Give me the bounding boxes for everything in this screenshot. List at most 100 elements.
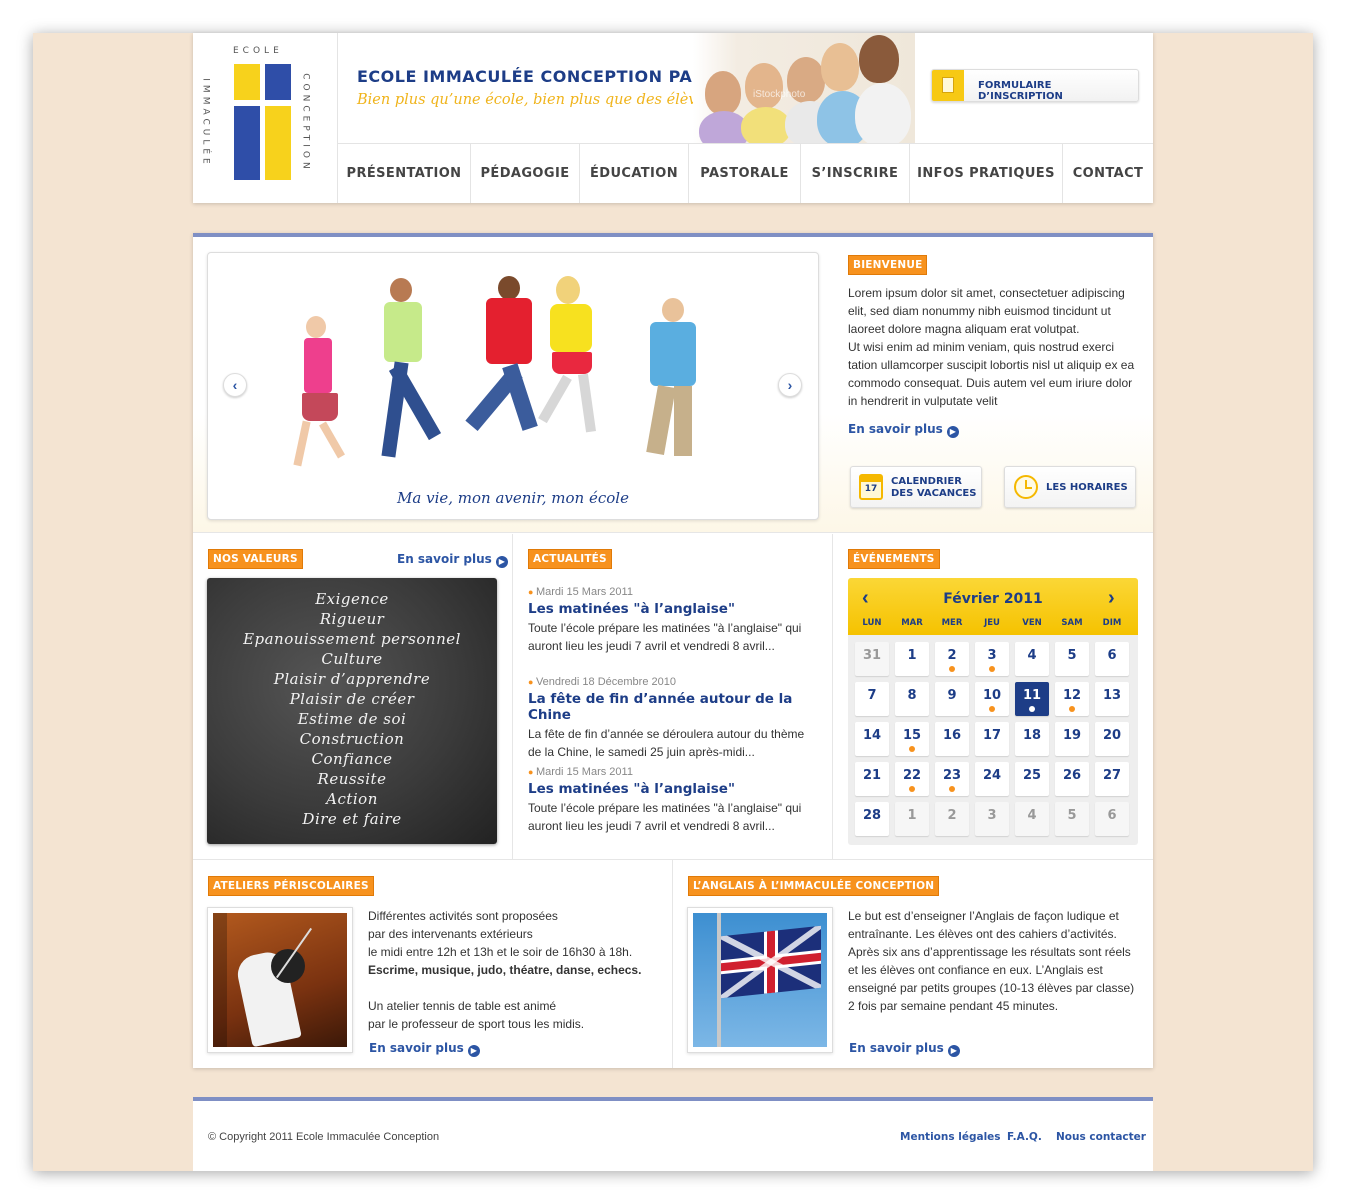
calendar-next-icon[interactable]: › xyxy=(1108,587,1115,610)
calendar-day-number: 15 xyxy=(902,728,922,743)
calendar-day[interactable]: 2 xyxy=(935,642,969,676)
calendar-day[interactable]: 13 xyxy=(1095,682,1129,716)
calendar-day[interactable]: 2 xyxy=(935,802,969,836)
logo-yellow-square xyxy=(234,64,260,100)
vacation-calendar-line2: DES VACANCES xyxy=(891,488,977,499)
calendar-day[interactable]: 5 xyxy=(1055,802,1089,836)
calendar-day[interactable]: 7 xyxy=(855,682,889,716)
calendar-day[interactable]: 16 xyxy=(935,722,969,756)
calendar-day[interactable]: 26 xyxy=(1055,762,1089,796)
calendar-day-number: 6 xyxy=(1107,808,1117,823)
calendar-day[interactable]: 20 xyxy=(1095,722,1129,756)
welcome-tag: BIENVENUE xyxy=(848,255,928,275)
calendar-day[interactable]: 8 xyxy=(895,682,929,716)
ateliers-more-link[interactable]: En savoir plus ▶ xyxy=(369,1041,480,1057)
calendar-day[interactable]: 4 xyxy=(1015,642,1049,676)
slider-next-arrow[interactable]: › xyxy=(778,373,802,397)
events-tag: ÉVÉNEMENTS xyxy=(848,549,940,569)
calendar-day[interactable]: 24 xyxy=(975,762,1009,796)
calendar-day-number: 4 xyxy=(1027,648,1037,663)
calendar-day[interactable]: 1 xyxy=(895,642,929,676)
value-item: Plaisir d’apprendre xyxy=(273,670,431,688)
calendar-day[interactable]: 28 xyxy=(855,802,889,836)
inscription-form-button[interactable]: FORMULAIRE D’INSCRIPTION xyxy=(931,69,1139,102)
news-title-link[interactable]: La fête de fin d’année autour de la Chin… xyxy=(528,691,818,723)
value-item: Estime de soi xyxy=(297,710,407,728)
news-text: Toute l’école prépare les matinées "à l’… xyxy=(528,621,802,653)
calendar-day[interactable]: 27 xyxy=(1095,762,1129,796)
calendar-day[interactable]: 6 xyxy=(1095,642,1129,676)
news-text: La fête de fin d’année se déroulera auto… xyxy=(528,727,805,759)
value-item: Exigence xyxy=(315,590,389,608)
calendar-day-number: 8 xyxy=(907,688,917,703)
news-title-link[interactable]: Les matinées "à l’anglaise" xyxy=(528,781,818,797)
calendar-day[interactable]: 10 xyxy=(975,682,1009,716)
anglais-more-link[interactable]: En savoir plus ▶ xyxy=(849,1041,960,1057)
value-item: Epanouissement personnel xyxy=(243,630,461,648)
calendar-day[interactable]: 25 xyxy=(1015,762,1049,796)
calendar-day[interactable]: 17 xyxy=(975,722,1009,756)
calendar-day[interactable]: 19 xyxy=(1055,722,1089,756)
calendar-day-number: 12 xyxy=(1062,688,1082,703)
calendar-day-number: 1 xyxy=(907,648,917,663)
nav-education[interactable]: ÉDUCATION xyxy=(580,144,689,203)
hero-band: ‹ › Ma vie, mon avenir, mon école BIENVE… xyxy=(193,237,1153,533)
calendar-day-number: 27 xyxy=(1102,768,1122,783)
calendar-day[interactable]: 9 xyxy=(935,682,969,716)
arrow-right-icon: ▶ xyxy=(947,1045,960,1057)
ateliers-line: par des intervenants extérieurs xyxy=(368,927,533,941)
nav-infos-pratiques[interactable]: INFOS PRATIQUES xyxy=(910,144,1063,203)
school-logo[interactable]: ECOLE IMMACULÉE CONCEPTION xyxy=(193,33,338,203)
slider-caption: Ma vie, mon avenir, mon école xyxy=(397,489,629,507)
calendar-day[interactable]: 3 xyxy=(975,642,1009,676)
hours-button[interactable]: LES HORAIRES xyxy=(1004,466,1136,508)
arrow-right-icon: ▶ xyxy=(946,426,959,438)
nav-pedagogie[interactable]: PÉDAGOGIE xyxy=(471,144,580,203)
nav-contact[interactable]: CONTACT xyxy=(1063,144,1153,203)
vacation-calendar-button[interactable]: 17 CALENDRIER DES VACANCES xyxy=(850,466,982,508)
calendar-day[interactable]: 15 xyxy=(895,722,929,756)
news-title-link[interactable]: Les matinées "à l’anglaise" xyxy=(528,601,818,617)
news-date: Vendredi 18 Décembre 2010 xyxy=(535,676,676,688)
calendar-day[interactable]: 18 xyxy=(1015,722,1049,756)
welcome-block: BIENVENUE Lorem ipsum dolor sit amet, co… xyxy=(848,255,1140,438)
footer-link-contact[interactable]: Nous contacter xyxy=(1056,1131,1146,1143)
nav-presentation[interactable]: PRÉSENTATION xyxy=(338,144,471,203)
calendar-day[interactable]: 3 xyxy=(975,802,1009,836)
ateliers-tag: ATELIERS PÉRISCOLAIRES xyxy=(208,876,374,896)
nav-pastorale[interactable]: PASTORALE xyxy=(689,144,801,203)
calendar-day-number: 5 xyxy=(1067,808,1077,823)
calendar-day[interactable]: 1 xyxy=(895,802,929,836)
nav-inscrire[interactable]: S’INSCRIRE xyxy=(801,144,910,203)
ateliers-line: le midi entre 12h et 13h et le soir de 1… xyxy=(368,945,633,959)
news-tag: ACTUALITÉS xyxy=(528,549,612,569)
calendar-day[interactable]: 14 xyxy=(855,722,889,756)
calendar-day[interactable]: 22 xyxy=(895,762,929,796)
calendar-day[interactable]: 12 xyxy=(1055,682,1089,716)
calendar-day[interactable]: 4 xyxy=(1015,802,1049,836)
ateliers-line: Différentes activités sont proposées xyxy=(368,909,558,923)
calendar-day[interactable]: 31 xyxy=(855,642,889,676)
calendar-weekday: MER xyxy=(941,618,963,628)
calendar-day[interactable]: 5 xyxy=(1055,642,1089,676)
calendar-day[interactable]: 21 xyxy=(855,762,889,796)
footer-link-faq[interactable]: F.A.Q. xyxy=(1007,1131,1042,1143)
calendar-day-number: 24 xyxy=(982,768,1002,783)
slider-prev-arrow[interactable]: ‹ xyxy=(223,373,247,397)
calendar-day[interactable]: 23 xyxy=(935,762,969,796)
main-content: ‹ › Ma vie, mon avenir, mon école BIENVE… xyxy=(193,233,1153,1068)
values-more-link[interactable]: En savoir plus ▶ xyxy=(397,552,508,568)
logo-blue-square xyxy=(234,106,260,180)
bullet-icon: ● xyxy=(528,677,536,687)
page-frame: ECOLE IMMACULÉE CONCEPTION ECOLE IMMACUL… xyxy=(33,33,1313,1171)
calendar-day-number: 4 xyxy=(1027,808,1037,823)
values-tag: NOS VALEURS xyxy=(208,549,303,569)
calendar-icon: 17 xyxy=(859,474,883,500)
inscription-form-label: FORMULAIRE D’INSCRIPTION xyxy=(978,80,1063,102)
calendar-day[interactable]: 6 xyxy=(1095,802,1129,836)
welcome-more-link[interactable]: En savoir plus ▶ xyxy=(848,422,1140,438)
news-date: Mardi 15 Mars 2011 xyxy=(535,586,633,598)
calendar-day-today[interactable]: 11 xyxy=(1015,682,1049,716)
hours-button-label: LES HORAIRES xyxy=(1046,482,1128,493)
footer-link-mentions[interactable]: Mentions légales xyxy=(900,1131,1001,1143)
